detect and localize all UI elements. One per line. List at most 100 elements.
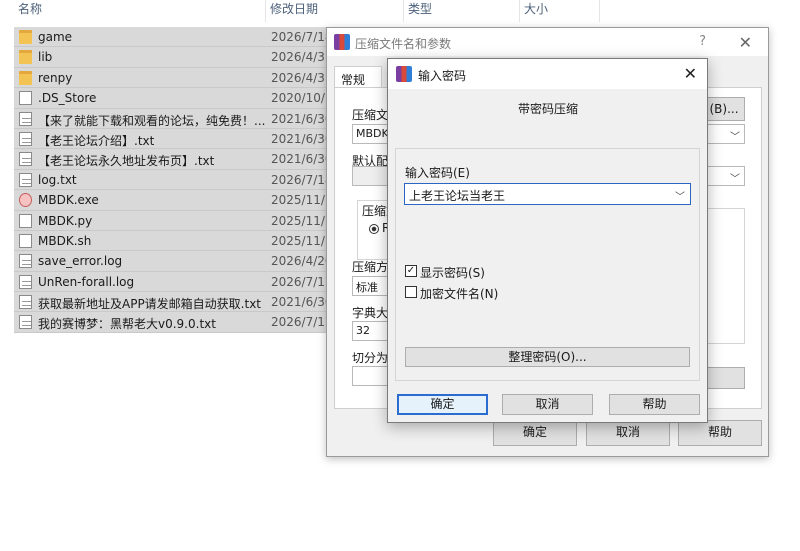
file-date: 2025/11/1 <box>271 213 333 228</box>
file-name: renpy <box>38 70 73 85</box>
password-cancel-button[interactable]: 取消 <box>502 394 593 415</box>
archive-titlebar: 压缩文件名和参数 ? ✕ <box>327 28 768 56</box>
file-name: UnRen-forall.log <box>38 274 135 289</box>
file-name: 获取最新地址及APP请发邮箱自动获取.txt <box>38 297 262 312</box>
chevron-down-icon: ﹀ <box>730 174 740 185</box>
winrar-icon <box>396 66 412 82</box>
file-row[interactable]: MBDK.exe 2025/11/1 <box>14 190 334 211</box>
folder-icon <box>19 70 32 85</box>
password-value: 上老王论坛当老王 <box>409 189 506 203</box>
dictionary-label: 字典大 <box>352 306 389 320</box>
file-row[interactable]: lib 2026/4/3 <box>14 47 334 68</box>
file-name: .DS_Store <box>38 91 97 106</box>
column-type[interactable]: 类型 <box>404 0 520 22</box>
text-file-icon <box>19 274 32 289</box>
profile-button[interactable] <box>352 166 388 186</box>
split-input[interactable] <box>352 366 388 386</box>
column-size[interactable]: 大小 <box>520 0 600 22</box>
file-row[interactable]: 我的赛博梦：黑帮老大v0.9.0.txt 2026/7/17 <box>14 312 334 333</box>
method-select[interactable]: 标准 <box>352 276 388 296</box>
file-name: 【老王论坛永久地址发布页】.txt <box>38 154 215 169</box>
show-password-label: 显示密码(S) <box>420 266 485 280</box>
file-date: 2020/10/1 <box>271 91 333 106</box>
archive-dialog-title: 压缩文件名和参数 <box>355 37 452 51</box>
show-password-checkbox[interactable]: ✓ <box>405 265 417 277</box>
file-row[interactable]: MBDK.py 2025/11/1 <box>14 210 334 231</box>
archive-cancel-button[interactable]: 取消 <box>586 420 670 446</box>
file-date: 2025/11/1 <box>271 193 333 208</box>
password-dialog: 输入密码 ✕ 带密码压缩 输入密码(E) 上老王论坛当老王 ﹀ ✓ 显示密码(S… <box>387 58 708 423</box>
file-row[interactable]: log.txt 2026/7/18 <box>14 169 334 191</box>
split-label: 切分为 <box>352 351 389 365</box>
file-name: MBDK.py <box>38 213 93 228</box>
encrypt-filenames-label: 加密文件名(N) <box>420 287 499 301</box>
file-icon <box>19 213 32 228</box>
archive-name-label: 压缩文 <box>352 108 389 122</box>
file-name: 【老王论坛介绍】.txt <box>38 133 155 148</box>
archive-ok-button[interactable]: 确定 <box>493 420 577 446</box>
file-name: log.txt <box>38 172 77 187</box>
set-password-button[interactable] <box>703 367 745 389</box>
column-header: 名称 修改日期 类型 大小 <box>0 0 800 22</box>
folder-icon <box>19 30 32 44</box>
column-name[interactable]: 名称 <box>14 0 266 22</box>
chevron-down-icon: ﹀ <box>730 132 740 143</box>
password-dialog-title: 输入密码 <box>418 69 467 83</box>
file-row[interactable]: .DS_Store 2020/10/1 <box>14 88 334 109</box>
close-icon[interactable]: ✕ <box>739 33 752 52</box>
password-input[interactable]: 上老王论坛当老王 ﹀ <box>404 183 691 205</box>
file-date: 2025/11/1 <box>271 233 333 248</box>
text-file-icon <box>19 111 32 126</box>
file-date: 2021/6/30 <box>271 295 333 310</box>
encrypt-filenames-checkbox[interactable] <box>405 286 417 298</box>
text-file-icon <box>19 131 32 146</box>
tab-general[interactable]: 常规 <box>334 66 382 88</box>
file-date: 2026/7/18 <box>271 30 333 44</box>
file-row[interactable]: UnRen-forall.log 2026/7/17 <box>14 271 334 293</box>
file-name: MBDK.exe <box>38 193 99 208</box>
archive-help-button[interactable]: 帮助 <box>678 420 762 446</box>
file-date: 2026/4/3 <box>271 70 325 85</box>
folder-icon <box>19 50 32 65</box>
file-date: 2026/7/17 <box>271 274 333 289</box>
file-row[interactable]: game 2026/7/18 <box>14 27 334 48</box>
file-name: 我的赛博梦：黑帮老大v0.9.0.txt <box>38 317 216 332</box>
password-ok-button[interactable]: 确定 <box>397 394 488 415</box>
column-date[interactable]: 修改日期 <box>266 0 404 22</box>
file-date: 2021/6/30 <box>271 152 333 167</box>
update-mode-select[interactable]: ﹀ <box>703 124 745 144</box>
file-row[interactable]: 【来了就能下载和观看的论坛，纯免费！... 2021/6/30 <box>14 108 334 129</box>
file-date: 2026/4/3 <box>271 50 325 65</box>
file-list: game 2026/7/18 lib 2026/4/3 renpy 2026/4/3 .DS… <box>14 27 334 333</box>
method-label: 压缩方 <box>352 260 389 274</box>
organize-passwords-button[interactable]: 整理密码(O)... <box>405 347 690 367</box>
dictionary-select[interactable]: 32 <box>352 321 388 341</box>
file-row[interactable]: renpy 2026/4/3 <box>14 67 334 89</box>
file-row[interactable]: 【老王论坛介绍】.txt 2021/6/30 <box>14 128 334 150</box>
file-name: save_error.log <box>38 254 123 269</box>
password-heading: 带密码压缩 <box>518 102 579 116</box>
file-date: 2026/7/18 <box>271 172 333 187</box>
close-icon[interactable]: ✕ <box>684 64 697 83</box>
text-file-icon <box>19 172 32 187</box>
format-rar-radio[interactable] <box>369 224 379 234</box>
help-icon[interactable]: ? <box>699 34 706 49</box>
text-file-icon <box>19 254 32 269</box>
profile-select[interactable]: ﹀ <box>703 166 745 186</box>
file-name: 【来了就能下载和观看的论坛，纯免费！... <box>38 113 266 128</box>
password-help-button[interactable]: 帮助 <box>609 394 700 415</box>
browse-button[interactable]: (B)... <box>703 97 745 121</box>
file-date: 2021/6/30 <box>271 131 333 146</box>
file-row[interactable]: 获取最新地址及APP请发邮箱自动获取.txt 2021/6/30 <box>14 292 334 313</box>
archive-name-input[interactable]: MBDK- <box>352 124 388 144</box>
password-input-label: 输入密码(E) <box>405 166 470 180</box>
file-icon <box>19 233 32 248</box>
file-row[interactable]: MBDK.sh 2025/11/1 <box>14 230 334 252</box>
options-group <box>703 208 745 344</box>
file-row[interactable]: 【老王论坛永久地址发布页】.txt 2021/6/30 <box>14 149 334 170</box>
text-file-icon <box>19 295 32 310</box>
text-file-icon <box>19 315 32 330</box>
file-name: lib <box>38 50 53 65</box>
file-row[interactable]: save_error.log 2026/4/20 <box>14 251 334 272</box>
password-titlebar: 输入密码 ✕ <box>388 59 707 89</box>
